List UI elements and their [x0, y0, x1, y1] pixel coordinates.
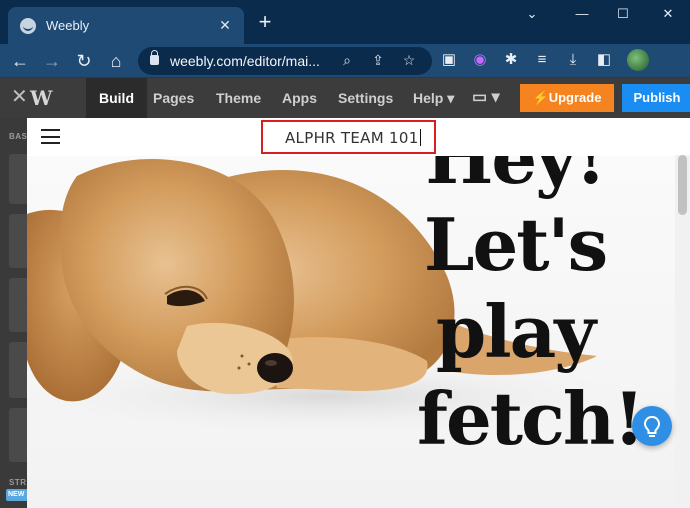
weebly-favicon-icon [20, 17, 36, 34]
hero-line: Let's [423, 202, 608, 287]
tab-apps[interactable]: Apps [282, 78, 317, 118]
new-badge: NEW [6, 489, 28, 501]
maximize-button[interactable]: ☐ [611, 6, 635, 22]
browser-toolbar: ← → ↻ ⌂ weebly.com/editor/mai... ⌕ ⇪ ☆ ▣… [0, 44, 690, 77]
tab-search-chevron-icon[interactable]: ⌄ [520, 6, 544, 22]
extensions-puzzle-icon[interactable]: ✱ [500, 49, 522, 71]
minimize-button[interactable]: — [570, 6, 594, 21]
help-button[interactable] [632, 406, 672, 446]
basic-section-label: BAS [9, 132, 28, 141]
tab-title: Weebly [46, 18, 90, 33]
close-editor-icon[interactable]: ✕ [11, 87, 28, 107]
site-canvas[interactable]: Hey! Let's play fetch! ALPHR TEAM 101 [27, 118, 690, 508]
forward-button[interactable]: → [40, 49, 64, 73]
hamburger-menu-icon[interactable] [41, 129, 60, 144]
site-header: ALPHR TEAM 101 [27, 118, 675, 156]
lock-icon[interactable] [150, 50, 159, 65]
side-panel-icon[interactable]: ◧ [593, 49, 615, 71]
share-icon[interactable]: ⇪ [369, 52, 387, 69]
device-preview-icon[interactable]: ▭ ▾ [472, 78, 500, 118]
new-tab-button[interactable]: + [254, 11, 276, 33]
structure-section-label: STR [9, 478, 27, 487]
tab-help[interactable]: Help ▾ [413, 78, 454, 118]
hero-headline[interactable]: Hey! Let's play fetch! [417, 156, 645, 462]
element-tile[interactable] [9, 214, 27, 268]
tab-pages[interactable]: Pages [153, 78, 194, 118]
tab-theme[interactable]: Theme [216, 78, 261, 118]
site-title-editor[interactable]: ALPHR TEAM 101 [261, 120, 436, 154]
hero-line: Hey! [425, 156, 606, 200]
reload-button[interactable]: ↻ [72, 49, 96, 73]
lightbulb-icon [643, 415, 661, 437]
zoom-icon[interactable]: ⌕ [338, 52, 356, 69]
address-bar[interactable]: weebly.com/editor/mai... ⌕ ⇪ ☆ [138, 47, 432, 75]
hero-line: fetch! [417, 376, 645, 461]
url-text[interactable]: weebly.com/editor/mai... [170, 53, 320, 69]
download-icon[interactable]: ⤓ [562, 49, 584, 71]
extension-screenshot-icon[interactable]: ▣ [438, 49, 460, 71]
elements-panel: BAS STR [0, 118, 27, 508]
site-title-text[interactable]: ALPHR TEAM 101 [285, 129, 421, 147]
bookmark-star-icon[interactable]: ☆ [400, 52, 418, 69]
element-tile[interactable] [9, 408, 27, 462]
home-button[interactable]: ⌂ [104, 49, 128, 73]
publish-button[interactable]: Publish [622, 84, 690, 112]
tab-build[interactable]: Build [86, 78, 147, 118]
extension-circle-icon[interactable]: ◉ [469, 49, 491, 71]
upgrade-button[interactable]: ⚡Upgrade [520, 84, 614, 112]
profile-avatar[interactable] [627, 49, 649, 71]
tab-settings[interactable]: Settings [338, 78, 393, 118]
scrollbar-thumb[interactable] [678, 155, 687, 215]
browser-tabstrip: Weebly ✕ + ⌄ — ☐ ✕ [0, 0, 690, 44]
element-tile[interactable] [9, 342, 27, 398]
weebly-logo-icon: W [30, 86, 53, 110]
element-tile[interactable] [9, 154, 27, 204]
media-queue-icon[interactable]: ≡ [531, 49, 553, 71]
tab-close-icon[interactable]: ✕ [216, 16, 234, 34]
close-window-button[interactable]: ✕ [656, 6, 680, 22]
element-tile[interactable] [9, 278, 27, 332]
back-button[interactable]: ← [8, 49, 32, 73]
hero-line: play [435, 289, 596, 374]
canvas-scrollbar[interactable] [675, 155, 690, 508]
hero-section[interactable]: Hey! Let's play fetch! [27, 156, 675, 508]
browser-tab[interactable]: Weebly ✕ [8, 7, 244, 44]
